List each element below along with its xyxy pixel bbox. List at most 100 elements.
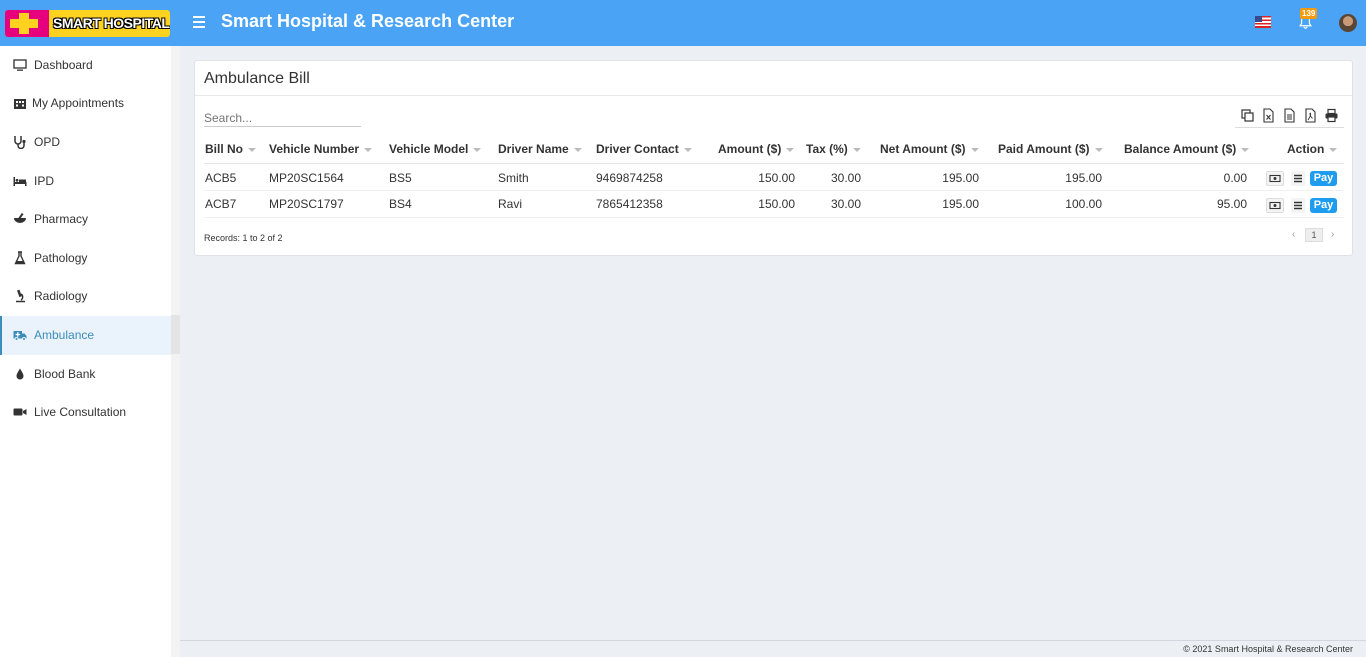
csv-icon[interactable] bbox=[1282, 108, 1297, 123]
sidebar-item-label: Pharmacy bbox=[34, 212, 89, 226]
sidebar-item-my-appointments[interactable]: My Appointments bbox=[0, 84, 171, 123]
records-info: Records: 1 to 2 of 2 bbox=[204, 233, 283, 243]
cell-bill-no: ACB7 bbox=[205, 197, 237, 211]
sort-icon bbox=[573, 147, 582, 152]
view-details-icon[interactable] bbox=[1291, 198, 1305, 213]
sidebar-item-pathology[interactable]: Pathology bbox=[0, 239, 171, 278]
search-input[interactable] bbox=[204, 109, 361, 127]
column-header-vehicle-number[interactable]: Vehicle Number bbox=[269, 142, 373, 156]
cell-driver-contact: 7865412358 bbox=[596, 197, 663, 211]
copy-icon[interactable] bbox=[1240, 108, 1255, 123]
sidebar-item-label: Pathology bbox=[34, 251, 88, 265]
pay-button[interactable]: Pay bbox=[1310, 171, 1337, 186]
payment-icon[interactable] bbox=[1266, 198, 1284, 213]
row-divider bbox=[204, 190, 1344, 191]
logo-cross-icon bbox=[5, 10, 49, 37]
sort-icon bbox=[970, 147, 979, 152]
ambulance-bill-panel: Ambulance Bill Bill No Vehicle Number Ve… bbox=[194, 60, 1353, 256]
app-title: Smart Hospital & Research Center bbox=[221, 11, 515, 31]
column-header-action[interactable]: Action bbox=[1287, 142, 1338, 156]
cell-driver-name: Ravi bbox=[498, 197, 523, 211]
payment-icon[interactable] bbox=[1266, 171, 1284, 186]
print-icon[interactable] bbox=[1324, 108, 1339, 123]
sidebar-item-label: Live Consultation bbox=[34, 405, 127, 419]
sort-icon bbox=[852, 147, 861, 152]
sidebar-item-ipd[interactable]: IPD bbox=[0, 162, 171, 201]
logo-text: SMART HOSPITAL bbox=[53, 15, 170, 31]
monitor-icon bbox=[13, 59, 27, 71]
sidebar-item-live-consultation[interactable]: Live Consultation bbox=[0, 393, 171, 432]
cell-paid-amount: 195.00 bbox=[1065, 171, 1102, 185]
column-header-driver-contact[interactable]: Driver Contact bbox=[596, 142, 692, 156]
column-header-bill-no[interactable]: Bill No bbox=[205, 142, 256, 156]
sort-icon bbox=[1329, 147, 1338, 152]
column-header-net-amount[interactable]: Net Amount ($) bbox=[880, 142, 979, 156]
view-details-icon[interactable] bbox=[1291, 171, 1305, 186]
pdf-icon[interactable] bbox=[1303, 108, 1318, 123]
sidebar-item-label: Dashboard bbox=[34, 58, 93, 72]
cell-balance-amount: 95.00 bbox=[1216, 197, 1247, 211]
sidebar: Dashboard My Appointments OPD IPD Pharma… bbox=[0, 46, 180, 657]
sort-icon bbox=[364, 147, 373, 152]
sort-icon bbox=[683, 147, 692, 152]
sidebar-item-label: Radiology bbox=[34, 289, 88, 303]
header-divider bbox=[204, 163, 1344, 164]
column-header-balance-amount[interactable]: Balance Amount ($) bbox=[1124, 142, 1250, 156]
sidebar-item-dashboard[interactable]: Dashboard bbox=[0, 46, 171, 85]
sidebar-item-pharmacy[interactable]: Pharmacy bbox=[0, 200, 171, 239]
cell-net-amount: 195.00 bbox=[942, 171, 979, 185]
page-title: Ambulance Bill bbox=[204, 70, 310, 87]
copyright-text: © 2021 Smart Hospital & Research Center bbox=[1183, 644, 1353, 654]
column-header-driver-name[interactable]: Driver Name bbox=[498, 142, 582, 156]
bed-icon bbox=[13, 177, 27, 186]
cell-tax: 30.00 bbox=[830, 197, 861, 211]
ambulance-icon bbox=[13, 331, 27, 341]
sidebar-item-label: Blood Bank bbox=[34, 367, 96, 381]
excel-icon[interactable] bbox=[1261, 108, 1276, 123]
hospital-icon bbox=[14, 99, 26, 109]
sidebar-item-opd[interactable]: OPD bbox=[0, 123, 171, 162]
column-header-paid-amount[interactable]: Paid Amount ($) bbox=[998, 142, 1103, 156]
logo[interactable]: SMART HOSPITAL bbox=[5, 10, 170, 37]
sidebar-item-label: My Appointments bbox=[32, 96, 125, 110]
flask-icon bbox=[14, 251, 26, 265]
menu-icon[interactable] bbox=[193, 16, 205, 30]
sidebar-item-blood-bank[interactable]: Blood Bank bbox=[0, 355, 171, 394]
sidebar-item-ambulance[interactable]: Ambulance bbox=[0, 316, 180, 355]
cell-driver-name: Smith bbox=[498, 171, 529, 185]
top-navbar: SMART HOSPITAL Smart Hospital & Research… bbox=[0, 0, 1366, 46]
column-header-vehicle-model[interactable]: Vehicle Model bbox=[389, 142, 482, 156]
sort-icon bbox=[1094, 147, 1103, 152]
pagination-page[interactable]: 1 bbox=[1305, 228, 1323, 242]
pagination-prev[interactable]: ‹ bbox=[1292, 229, 1295, 240]
cell-amount: 150.00 bbox=[758, 171, 795, 185]
cell-tax: 30.00 bbox=[830, 171, 861, 185]
cell-bill-no: ACB5 bbox=[205, 171, 237, 185]
video-icon bbox=[13, 408, 27, 416]
column-header-amount[interactable]: Amount ($) bbox=[718, 142, 795, 156]
cell-amount: 150.00 bbox=[758, 197, 795, 211]
panel-header: Ambulance Bill bbox=[195, 61, 1352, 96]
cell-net-amount: 195.00 bbox=[942, 197, 979, 211]
notification-badge: 139 bbox=[1300, 8, 1318, 19]
cell-vehicle-model: BS5 bbox=[389, 171, 412, 185]
sidebar-item-radiology[interactable]: Radiology bbox=[0, 277, 171, 316]
export-toolbar bbox=[1235, 106, 1344, 128]
footer: © 2021 Smart Hospital & Research Center bbox=[180, 640, 1366, 657]
microscope-icon bbox=[16, 289, 25, 303]
sort-icon bbox=[1241, 147, 1250, 152]
mortar-pestle-icon bbox=[14, 212, 26, 223]
pagination-next[interactable]: › bbox=[1331, 229, 1334, 240]
sidebar-scrollbar[interactable] bbox=[171, 46, 180, 657]
us-flag-icon[interactable] bbox=[1255, 16, 1271, 28]
row-divider bbox=[204, 217, 1344, 218]
stethoscope-icon bbox=[14, 136, 26, 149]
avatar[interactable] bbox=[1339, 14, 1357, 32]
blood-drop-icon bbox=[16, 368, 24, 380]
column-header-tax[interactable]: Tax (%) bbox=[806, 142, 861, 156]
sidebar-item-label: Ambulance bbox=[34, 328, 95, 342]
sort-icon bbox=[473, 147, 482, 152]
cell-paid-amount: 100.00 bbox=[1065, 197, 1102, 211]
pay-button[interactable]: Pay bbox=[1310, 198, 1337, 213]
cell-balance-amount: 0.00 bbox=[1223, 171, 1247, 185]
